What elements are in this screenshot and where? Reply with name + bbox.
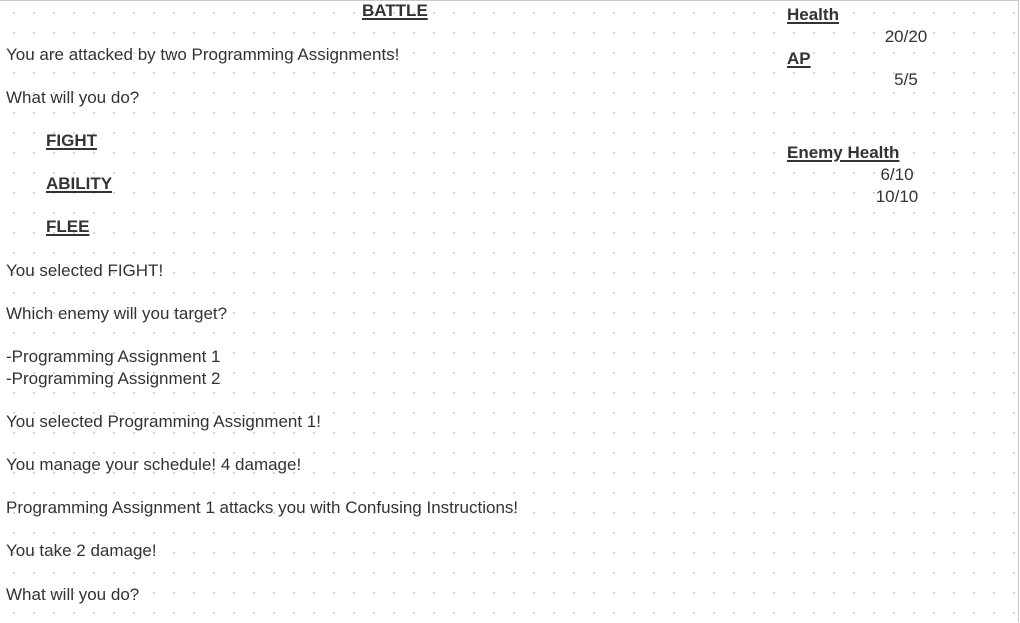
enemy-list-item: -Programming Assignment 2 bbox=[6, 369, 221, 388]
enemy-health-label: Enemy Health bbox=[787, 143, 900, 162]
log-line-damage-taken: You take 2 damage! bbox=[6, 541, 157, 560]
flee-menu-option[interactable]: FLEE bbox=[46, 217, 89, 237]
ap-label: AP bbox=[787, 49, 811, 68]
log-line-enemy-attack: Programming Assignment 1 attacks you wit… bbox=[6, 498, 519, 517]
log-line-attacked: You are attacked by two Programming Assi… bbox=[6, 45, 400, 64]
ability-menu-option[interactable]: ABILITY bbox=[46, 174, 112, 194]
ap-value: 5/5 bbox=[894, 70, 918, 89]
fight-menu-option[interactable]: FIGHT bbox=[46, 131, 97, 151]
battle-title: BATTLE bbox=[362, 1, 428, 20]
log-line-what-will-you-do: What will you do? bbox=[6, 585, 140, 604]
log-line-what-will-you-do: What will you do? bbox=[6, 88, 140, 107]
log-line-target-question: Which enemy will you target? bbox=[6, 304, 228, 323]
enemy-health-value-2: 10/10 bbox=[875, 187, 919, 206]
enemy-list-item: -Programming Assignment 1 bbox=[6, 347, 221, 366]
log-line-damage-dealt: You manage your schedule! 4 damage! bbox=[6, 455, 302, 474]
log-line-selected-target: You selected Programming Assignment 1! bbox=[6, 412, 321, 431]
health-label: Health bbox=[787, 5, 839, 24]
log-line-selected-fight: You selected FIGHT! bbox=[6, 261, 164, 280]
enemy-health-value-1: 6/10 bbox=[880, 165, 914, 184]
health-value: 20/20 bbox=[884, 27, 928, 46]
